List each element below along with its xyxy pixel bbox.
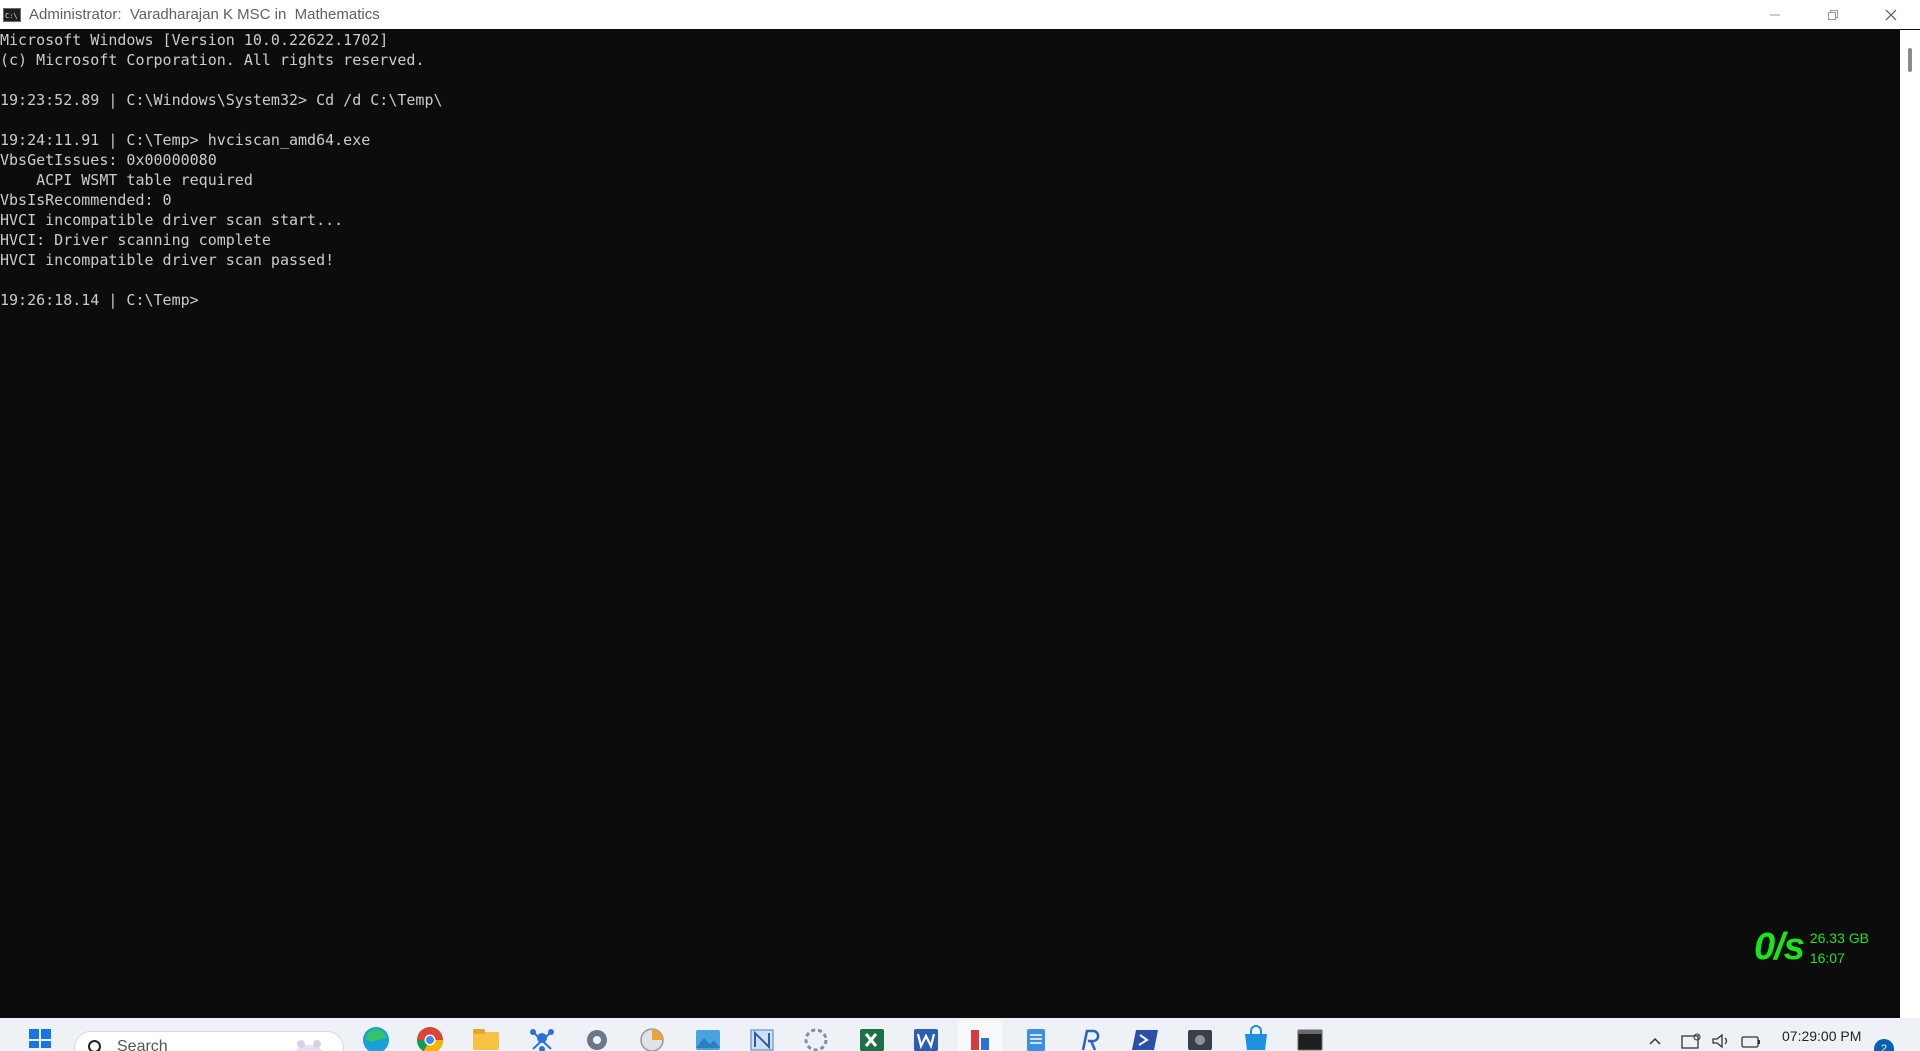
taskbar-excel[interactable]	[850, 1020, 894, 1051]
n-app-icon	[750, 1029, 774, 1051]
taskbar-disk-tool[interactable]	[630, 1020, 674, 1051]
cmd-icon: C:\	[3, 7, 21, 22]
network-icon	[530, 1029, 554, 1051]
window-title: Administrator: Varadharajan K MSC in Mat…	[29, 6, 380, 23]
notepad-icon	[1027, 1029, 1045, 1051]
taskbar-search[interactable]: Search	[74, 1031, 344, 1051]
net-speed-rate: 0/s	[1754, 926, 1805, 968]
store-icon	[1245, 1025, 1267, 1050]
vertical-scrollbar[interactable]	[1900, 30, 1920, 1018]
taskbar-photos[interactable]	[686, 1020, 730, 1051]
console-line: 19:23:52.89 | C:\Windows\System32> Cd /d…	[0, 91, 443, 109]
media-icon	[1188, 1030, 1212, 1050]
search-icon	[88, 1040, 101, 1051]
speaker-icon[interactable]	[1710, 1032, 1732, 1050]
taskbar-settings[interactable]	[575, 1020, 619, 1051]
paint-icon	[971, 1030, 989, 1050]
taskbar: Search 07:29:00 PM 2	[0, 1018, 1920, 1051]
console-line: Microsoft Windows [Version 10.0.22622.17…	[0, 31, 389, 49]
taskbar-edge[interactable]	[354, 1020, 398, 1051]
minimize-button[interactable]	[1746, 0, 1804, 29]
taskbar-file-explorer[interactable]	[464, 1020, 508, 1051]
windows-logo-icon	[29, 1029, 51, 1048]
console-line: HVCI incompatible driver scan start...	[0, 211, 344, 229]
taskbar-settings-2[interactable]	[794, 1020, 838, 1051]
r-icon	[1081, 1029, 1100, 1051]
terminal-icon	[1297, 1029, 1323, 1051]
console-line: VbsGetIssues: 0x00000080	[0, 151, 217, 169]
edge-icon	[363, 1027, 389, 1051]
net-speed-widget: 0/s 26.33 GB 16:07	[1754, 926, 1869, 969]
chevron-up-icon[interactable]	[1648, 1036, 1662, 1046]
console-line: ACPI WSMT table required	[0, 171, 253, 189]
command-prompt-window: C:\ Administrator: Varadharajan K MSC in…	[0, 0, 1920, 1018]
scrollbar-thumb[interactable]	[1908, 48, 1912, 72]
powershell-icon	[1132, 1030, 1158, 1050]
console-line: 19:26:18.14 | C:\Temp>	[0, 291, 199, 309]
excel-icon	[860, 1029, 884, 1051]
window-controls	[1746, 0, 1920, 29]
taskbar-chrome[interactable]	[408, 1020, 452, 1051]
console-line: VbsIsRecommended: 0	[0, 191, 172, 209]
chrome-icon	[417, 1027, 443, 1051]
console-line: (c) Microsoft Corporation. All rights re…	[0, 51, 425, 69]
folder-icon	[473, 1029, 499, 1050]
console-output[interactable]: Microsoft Windows [Version 10.0.22622.17…	[0, 30, 1900, 1018]
display-icon[interactable]	[1680, 1032, 1702, 1050]
taskbar-clock[interactable]: 07:29:00 PM	[1782, 1028, 1861, 1044]
cog-icon	[804, 1028, 828, 1051]
console-line: HVCI incompatible driver scan passed!	[0, 251, 335, 269]
disk-icon	[640, 1028, 664, 1051]
taskbar-app-n[interactable]	[740, 1020, 784, 1051]
console-line: 19:24:11.91 | C:\Temp> hvciscan_amd64.ex…	[0, 131, 371, 149]
restore-button[interactable]	[1804, 0, 1862, 29]
net-speed-total: 26.33 GB	[1809, 929, 1869, 946]
search-highlight-icon	[295, 1040, 323, 1051]
close-button[interactable]	[1862, 0, 1920, 29]
taskbar-powershell[interactable]	[1124, 1020, 1168, 1051]
start-button[interactable]	[18, 1020, 62, 1051]
minimize-icon	[1770, 14, 1780, 15]
search-placeholder: Search	[117, 1038, 168, 1051]
net-speed-time: 16:07	[1809, 949, 1845, 966]
close-icon	[1885, 9, 1897, 20]
taskbar-paint-active[interactable]	[958, 1020, 1002, 1051]
battery-icon[interactable]	[1740, 1032, 1762, 1050]
console-line: HVCI: Driver scanning complete	[0, 231, 271, 249]
taskbar-store[interactable]	[1234, 1020, 1278, 1051]
restore-icon	[1828, 9, 1838, 20]
photos-icon	[696, 1030, 720, 1050]
title-bar[interactable]: C:\ Administrator: Varadharajan K MSC in…	[0, 0, 1920, 29]
taskbar-network-tool[interactable]	[520, 1020, 564, 1051]
taskbar-word[interactable]	[904, 1020, 948, 1051]
taskbar-media-app[interactable]	[1178, 1020, 1222, 1051]
taskbar-notepad[interactable]	[1014, 1020, 1058, 1051]
gear-icon	[587, 1030, 607, 1050]
notification-badge[interactable]: 2	[1874, 1039, 1894, 1051]
taskbar-r-app[interactable]	[1068, 1020, 1112, 1051]
taskbar-terminal[interactable]	[1288, 1020, 1332, 1051]
word-icon	[914, 1029, 938, 1051]
